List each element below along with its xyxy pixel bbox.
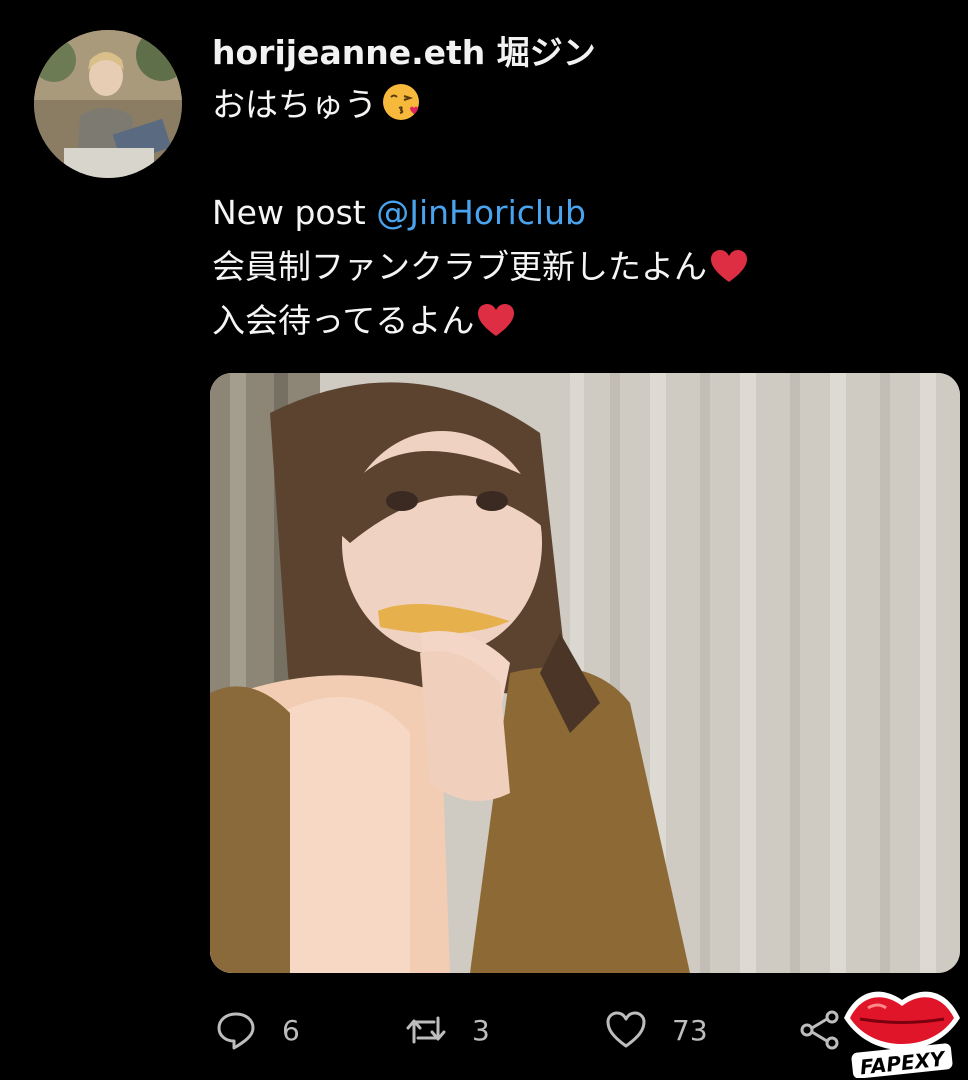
tweet-line-2-prefix: New post — [212, 193, 377, 232]
red-heart-icon — [709, 246, 749, 282]
like-button[interactable]: 73 — [604, 1002, 708, 1058]
tweet-line-1-text: おはちゅう — [212, 85, 377, 124]
retweet-button[interactable]: 3 — [404, 1002, 490, 1058]
tweet-spacer — [212, 132, 952, 186]
display-name[interactable]: horijeanne.eth 堀ジン — [212, 28, 952, 78]
tweet-line-3-text: 会員制ファンクラブ更新したよん — [212, 247, 707, 286]
tweet-media-image[interactable] — [210, 373, 960, 973]
heart-outline-icon — [606, 1011, 646, 1048]
like-count: 73 — [672, 1013, 708, 1047]
tweet-text: おはちゅう New post @JinHoriclub 会員制ファンクラブ更新し… — [212, 78, 952, 348]
kissing-face-icon — [381, 82, 421, 122]
red-heart-icon — [476, 300, 516, 336]
reply-icon — [217, 1012, 255, 1050]
tweet-line-3: 会員制ファンクラブ更新したよん — [212, 240, 952, 294]
reply-count: 6 — [282, 1013, 300, 1047]
mention-link[interactable]: @JinHoriclub — [376, 193, 586, 232]
tweet-line-1: おはちゅう — [212, 78, 952, 132]
retweet-count: 3 — [472, 1013, 490, 1047]
tweet-line-4-text: 入会待ってるよん — [212, 301, 475, 340]
tweet-actions: 6 3 73 — [214, 1002, 854, 1058]
share-button[interactable] — [798, 1002, 842, 1058]
photo-placeholder — [210, 373, 960, 973]
avatar[interactable] — [34, 30, 182, 178]
tweet-line-4: 入会待ってるよん — [212, 294, 952, 348]
watermark-logo: FAPEXY — [838, 978, 966, 1078]
tweet-line-2: New post @JinHoriclub — [212, 186, 952, 240]
avatar-photo — [34, 30, 182, 178]
reply-button[interactable]: 6 — [214, 1002, 300, 1058]
retweet-icon — [406, 1016, 446, 1044]
lips-icon: FAPEXY — [844, 991, 960, 1078]
tweet-body: horijeanne.eth 堀ジン おはちゅう New post @JinHo… — [212, 28, 952, 348]
share-icon — [800, 1010, 839, 1050]
